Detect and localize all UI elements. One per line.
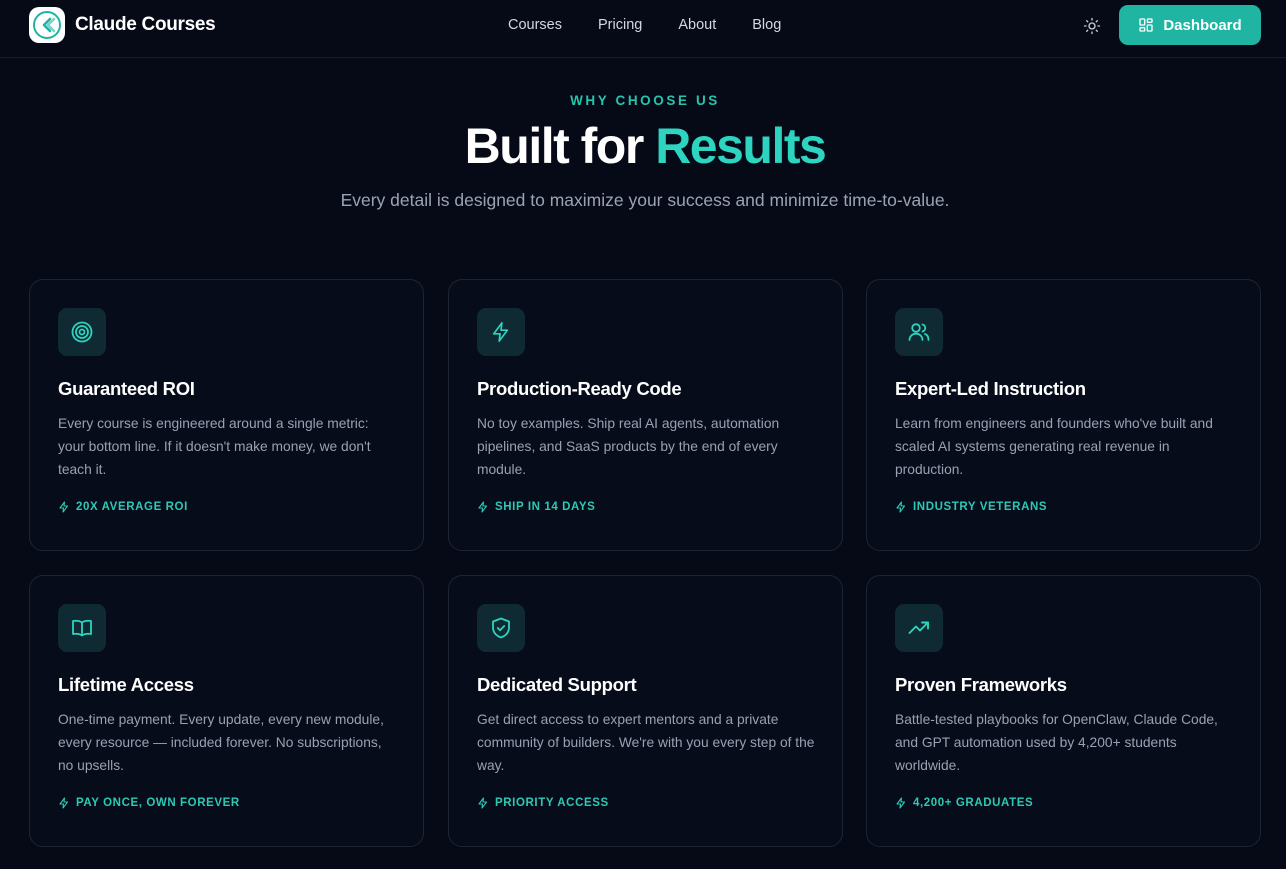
bolt-icon (59, 797, 69, 809)
section-title-accent: Results (655, 118, 827, 174)
feature-description: Every course is engineered around a sing… (58, 416, 371, 477)
section-subtitle: Every detail is designed to maximize you… (340, 190, 950, 210)
feature-card-production-ready-code: Production-Ready Code No toy examples. S… (448, 279, 843, 551)
section-title-main: Built for (464, 118, 656, 174)
feature-card-guaranteed-roi: Guaranteed ROI Every course is engineere… (29, 279, 424, 551)
feature-tag: PAY ONCE, OWN FOREVER (58, 797, 240, 809)
users-icon (895, 308, 943, 356)
brand-link[interactable]: Claude Courses (29, 7, 216, 43)
feature-tag-label: 20X AVERAGE ROI (76, 501, 188, 513)
feature-title: Proven Frameworks (895, 674, 1067, 695)
feature-description: Get direct access to expert mentors and … (477, 712, 815, 773)
feature-title: Guaranteed ROI (58, 378, 195, 399)
feature-tag-label: PAY ONCE, OWN FOREVER (76, 797, 240, 809)
section-title: Built for Results (0, 118, 1286, 174)
trending-up-icon (895, 604, 943, 652)
target-icon (58, 308, 106, 356)
bolt-icon (59, 501, 69, 513)
feature-card-expert-led-instruction: Expert-Led Instruction Learn from engine… (866, 279, 1261, 551)
bolt-icon (478, 501, 488, 513)
nav-link-about[interactable]: About (678, 17, 716, 33)
dashboard-button[interactable]: Dashboard (1119, 5, 1261, 45)
feature-card-proven-frameworks: Proven Frameworks Battle-tested playbook… (866, 575, 1261, 847)
dashboard-button-label: Dashboard (1163, 16, 1242, 34)
bolt-icon (478, 797, 488, 809)
theme-toggle-button[interactable] (1080, 14, 1104, 38)
feature-title: Expert-Led Instruction (895, 378, 1086, 399)
nav-links: Courses Pricing About Blog (508, 17, 817, 33)
feature-title: Dedicated Support (477, 674, 637, 695)
feature-title: Lifetime Access (58, 674, 194, 695)
section-eyebrow: WHY CHOOSE US (570, 93, 720, 108)
feature-title: Production-Ready Code (477, 378, 682, 399)
lightning-icon (477, 308, 525, 356)
nav-link-pricing[interactable]: Pricing (598, 17, 642, 33)
top-nav: Claude Courses Courses Pricing About Blo… (0, 0, 1286, 58)
brand-logo-icon (29, 7, 65, 43)
feature-tag: PRIORITY ACCESS (477, 797, 609, 809)
feature-tag-label: SHIP IN 14 DAYS (495, 501, 596, 513)
feature-description: Battle-tested playbooks for OpenClaw, Cl… (895, 712, 1218, 773)
nav-link-blog[interactable]: Blog (752, 17, 781, 33)
feature-tag: SHIP IN 14 DAYS (477, 501, 595, 513)
feature-tag-label: 4,200+ GRADUATES (913, 797, 1034, 809)
feature-description: Learn from engineers and founders who've… (895, 416, 1213, 477)
bolt-icon (896, 501, 906, 513)
feature-tag-label: PRIORITY ACCESS (495, 797, 609, 809)
feature-tag: INDUSTRY VETERANS (895, 501, 1047, 513)
feature-description: No toy examples. Ship real AI agents, au… (477, 416, 780, 477)
feature-card-lifetime-access: Lifetime Access One-time payment. Every … (29, 575, 424, 847)
brand-name: Claude Courses (75, 14, 216, 35)
shield-check-icon (477, 604, 525, 652)
feature-tag-label: INDUSTRY VETERANS (913, 501, 1048, 513)
feature-card-dedicated-support: Dedicated Support Get direct access to e… (448, 575, 843, 847)
feature-tag: 20X AVERAGE ROI (58, 501, 188, 513)
feature-tag: 4,200+ GRADUATES (895, 797, 1033, 809)
book-icon (58, 604, 106, 652)
grid-icon (1139, 18, 1153, 32)
sun-icon (1083, 17, 1101, 35)
nav-link-courses[interactable]: Courses (508, 17, 562, 33)
bolt-icon (896, 797, 906, 809)
feature-description: One-time payment. Every update, every ne… (58, 712, 384, 773)
